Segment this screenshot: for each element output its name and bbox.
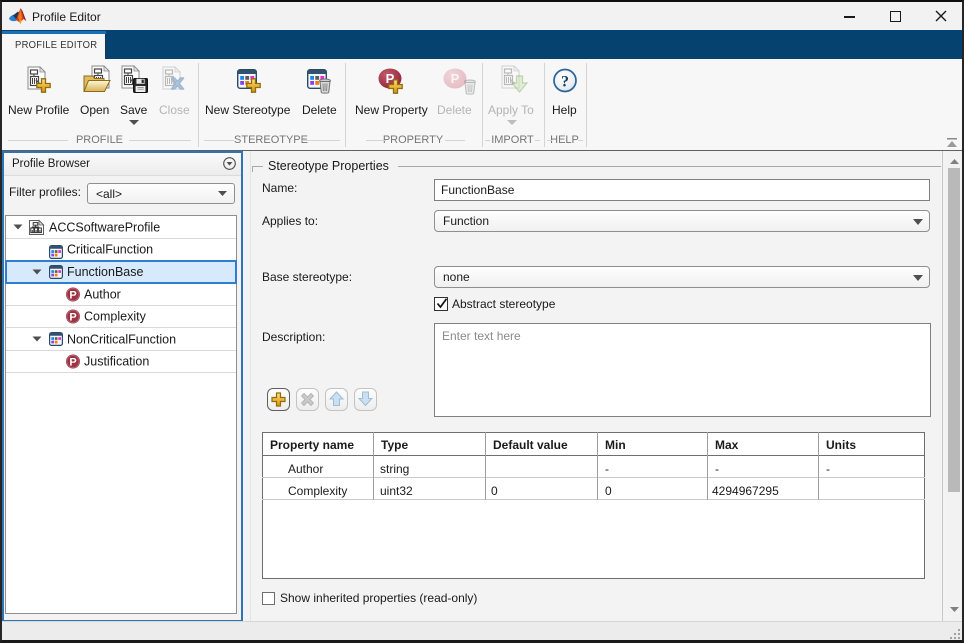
svg-text:Author: Author (84, 288, 121, 302)
svg-text:CriticalFunction: CriticalFunction (67, 243, 153, 257)
svg-text:FunctionBase: FunctionBase (67, 265, 143, 279)
svg-text:Justification: Justification (84, 355, 149, 369)
svg-text:Complexity: Complexity (84, 310, 147, 324)
svg-text:NonCriticalFunction: NonCriticalFunction (67, 333, 176, 347)
svg-text:ACCSoftwareProfile: ACCSoftwareProfile (49, 221, 160, 235)
